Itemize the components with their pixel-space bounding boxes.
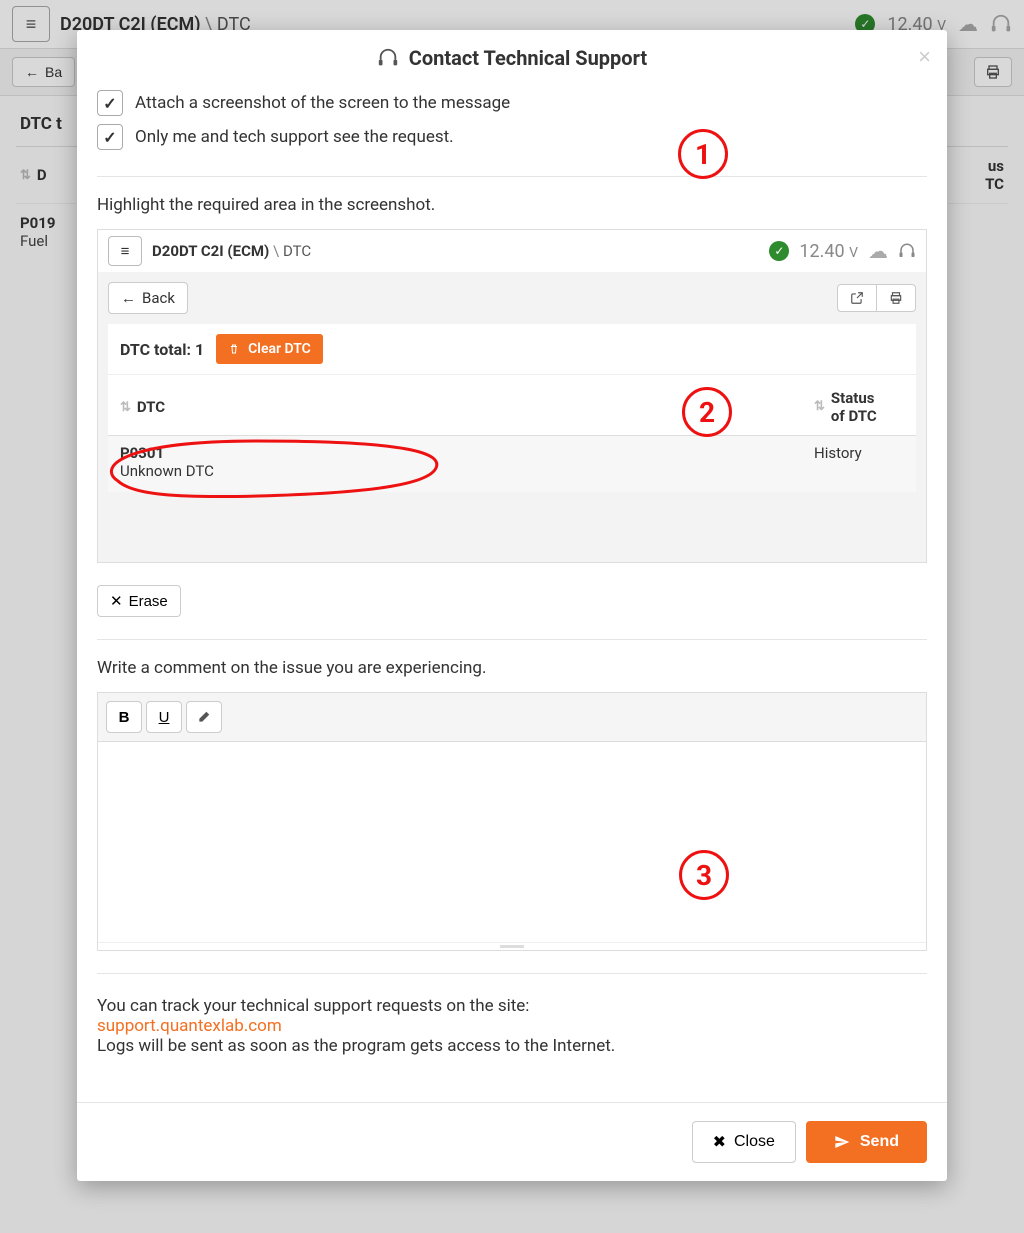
separator [97, 639, 927, 640]
checkbox-checked-icon[interactable]: ✓ [97, 124, 123, 150]
shot-toolbar: ← Back [98, 272, 926, 324]
close-icon: ✖ [713, 1132, 726, 1152]
screenshot-preview[interactable]: ≡ D20DT C2I (ECM) \ DTC ✓ 12.40 V ☁ ← Ba… [97, 229, 927, 563]
sort-icon: ⇅ [814, 399, 825, 415]
underline-button[interactable]: U [146, 701, 182, 733]
annotation-marker-1: 1 [678, 129, 728, 179]
close-icon: ✕ [110, 592, 123, 610]
modal-header: Contact Technical Support × [77, 30, 947, 86]
close-button[interactable]: ✖ Close [692, 1121, 796, 1163]
dtc-desc: Unknown DTC [120, 462, 814, 480]
col-dtc: DTC [137, 398, 165, 416]
separator [97, 176, 927, 177]
option-private[interactable]: ✓ Only me and tech support see the reque… [97, 120, 927, 154]
export-button [837, 284, 877, 312]
check-icon: ✓ [769, 241, 789, 261]
headset-icon [377, 47, 399, 69]
voltage: 12.40 V [799, 241, 858, 262]
cloud-upload-icon: ☁ [868, 239, 888, 263]
option-label: Attach a screenshot of the screen to the… [135, 93, 510, 113]
back-button: ← Back [108, 282, 188, 314]
highlight-label: Highlight the required area in the scree… [97, 195, 927, 215]
modal-footer: ✖ Close Send [77, 1102, 947, 1181]
resize-handle[interactable] [98, 942, 926, 950]
erase-label: Erase [129, 593, 168, 610]
col-status: Statusof DTC [831, 389, 877, 425]
headset-icon [898, 242, 916, 260]
shot-card: DTC total: 1 Clear DTC ⇅ DTC ⇅ Statusof DT… [108, 324, 916, 492]
print-button [877, 284, 916, 312]
menu-button: ≡ [108, 236, 142, 266]
modal-title: Contact Technical Support [409, 46, 647, 70]
support-link[interactable]: support.quantexlab.com [97, 1016, 282, 1036]
annotation-marker-2: 2 [682, 387, 732, 437]
eraser-button[interactable] [186, 701, 222, 733]
close-icon[interactable]: × [918, 44, 931, 70]
sort-icon: ⇅ [120, 400, 131, 415]
option-screenshot[interactable]: ✓ Attach a screenshot of the screen to t… [97, 86, 927, 120]
send-button[interactable]: Send [806, 1121, 927, 1163]
annotation-marker-3: 3 [679, 850, 729, 900]
comment-textarea[interactable] [98, 742, 926, 942]
footer-text: You can track your technical support req… [97, 996, 927, 1056]
bold-button[interactable]: B [106, 701, 142, 733]
dtc-code: P0301 [120, 444, 814, 462]
clear-dtc-button: Clear DTC [216, 334, 323, 364]
comment-editor: B U [97, 692, 927, 951]
table-row: P0301 Unknown DTC History [108, 435, 916, 492]
shot-topbar: ≡ D20DT C2I (ECM) \ DTC ✓ 12.40 V ☁ [98, 230, 926, 272]
editor-toolbar: B U [98, 693, 926, 742]
dtc-total: DTC total: 1 [120, 340, 204, 359]
shot-breadcrumb: D20DT C2I (ECM) \ DTC [152, 242, 311, 260]
checkbox-checked-icon[interactable]: ✓ [97, 90, 123, 116]
support-modal: Contact Technical Support × ✓ Attach a s… [77, 30, 947, 1181]
dtc-status: History [814, 444, 904, 480]
erase-button[interactable]: ✕ Erase [97, 585, 181, 617]
separator [97, 973, 927, 974]
comment-label: Write a comment on the issue you are exp… [97, 658, 927, 678]
option-label: Only me and tech support see the request… [135, 127, 454, 147]
send-icon [834, 1134, 850, 1150]
